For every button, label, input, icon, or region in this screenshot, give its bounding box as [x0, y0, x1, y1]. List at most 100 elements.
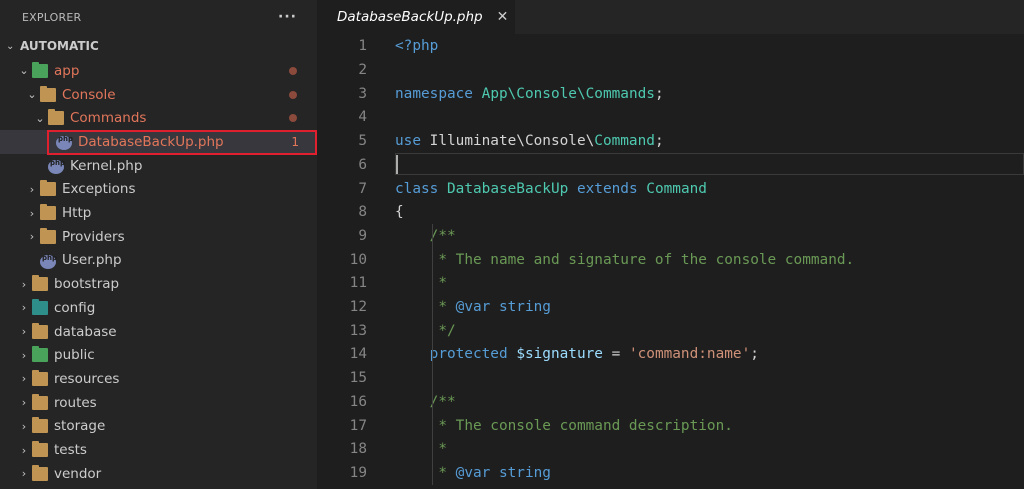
tree-item-label: app: [54, 62, 80, 79]
tree-item-providers[interactable]: › Providers: [0, 225, 317, 249]
line-number: 6: [358, 156, 367, 173]
line-text: * The name and signature of the console …: [438, 251, 855, 268]
line-number: 12: [349, 299, 367, 316]
chevron-right-icon: ›: [21, 348, 27, 362]
problem-count-badge: 1: [291, 134, 299, 149]
line-number: 10: [349, 251, 367, 268]
tree-item-label: resources: [54, 370, 120, 387]
folder-icon: [32, 298, 48, 315]
folder-icon: [32, 417, 48, 434]
code-line: 9 /**: [317, 224, 1024, 248]
code-line: 16 /**: [317, 390, 1024, 414]
tree-item-http[interactable]: › Http: [0, 201, 317, 225]
chevron-down-icon: ⌄: [35, 111, 45, 125]
tree-item-label: Kernel.php: [70, 157, 143, 174]
code-line: 14 protected $signature = 'command:name'…: [317, 343, 1024, 367]
line-number: 3: [358, 85, 367, 102]
folder-icon: [32, 369, 48, 386]
chevron-right-icon: ›: [21, 277, 27, 291]
tree-item-routes[interactable]: › routes: [0, 391, 317, 415]
tree-item-label: routes: [54, 394, 97, 411]
tree-item-label: Commands: [70, 110, 147, 127]
code-line: 6: [317, 153, 1024, 177]
line-number: 7: [358, 180, 367, 197]
tree-item-public[interactable]: › public: [0, 343, 317, 367]
code-line: 3 namespace App\Console\Commands;: [317, 82, 1024, 106]
tree-item-storage[interactable]: › storage: [0, 415, 317, 439]
tree-item-tests[interactable]: › tests: [0, 438, 317, 462]
line-number: 11: [349, 275, 367, 292]
line-text: * @var string: [438, 464, 551, 481]
folder-icon: [32, 464, 48, 481]
chevron-right-icon: ›: [21, 301, 27, 315]
code-line: 18 *: [317, 437, 1024, 461]
tab-database-backup[interactable]: DatabaseBackUp.php ✕: [317, 0, 515, 34]
tree-item-console[interactable]: ⌄ Console: [0, 83, 317, 107]
folder-icon: [40, 204, 56, 221]
line-number: 5: [358, 133, 367, 150]
folder-icon: [32, 441, 48, 458]
tree-item-bootstrap[interactable]: › bootstrap: [0, 272, 317, 296]
line-text: <?php: [395, 38, 439, 55]
explorer-title: EXPLORER: [22, 10, 82, 24]
tree-item-label: public: [54, 347, 95, 364]
folder-icon: [40, 180, 56, 197]
chevron-right-icon: ›: [21, 325, 27, 339]
code-line: 5 use Illuminate\Console\Command;: [317, 129, 1024, 153]
tree-item-label: config: [54, 299, 96, 316]
code-line: 12 * @var string: [317, 295, 1024, 319]
line-text: *: [438, 441, 447, 458]
code-line: 4: [317, 106, 1024, 130]
chevron-right-icon: ›: [21, 443, 27, 457]
line-number: 13: [349, 322, 367, 339]
line-text: protected $signature = 'command:name';: [429, 346, 759, 363]
tree-item-label: tests: [54, 442, 87, 459]
tree-item-kernel-php[interactable]: Kernel.php: [0, 154, 317, 178]
folder-icon: [32, 61, 48, 78]
modified-dot-icon: [289, 90, 297, 99]
folder-icon: [32, 393, 48, 410]
tree-item-config[interactable]: › config: [0, 296, 317, 320]
workspace-root[interactable]: ⌄ AUTOMATIC: [0, 34, 317, 58]
line-number: 15: [349, 370, 367, 387]
line-text: * @var string: [438, 299, 551, 316]
more-actions-icon[interactable]: ···: [278, 9, 297, 25]
tree-item-commands[interactable]: ⌄ Commands: [0, 106, 317, 130]
tree-item-exceptions[interactable]: › Exceptions: [0, 178, 317, 202]
tree-item-label: Console: [62, 86, 116, 103]
tree-item-label: DatabaseBackUp.php: [78, 133, 224, 150]
tree-item-databasebackup-php[interactable]: DatabaseBackUp.php 1: [0, 130, 317, 154]
line-text: /**: [429, 393, 456, 410]
tree-item-user-php[interactable]: User.php: [0, 249, 317, 273]
code-line: 10 * The name and signature of the conso…: [317, 248, 1024, 272]
folder-icon: [40, 227, 56, 244]
line-text: */: [438, 322, 456, 339]
code-line: 13 */: [317, 319, 1024, 343]
explorer-header: EXPLORER ···: [0, 0, 317, 34]
tree-item-resources[interactable]: › resources: [0, 367, 317, 391]
workspace-root-label: AUTOMATIC: [20, 39, 99, 53]
line-text: * The console command description.: [438, 417, 733, 434]
tree-item-vendor[interactable]: › vendor: [0, 462, 317, 486]
php-file-icon: [56, 135, 73, 151]
tree-item-database[interactable]: › database: [0, 320, 317, 344]
line-number: 4: [358, 109, 367, 126]
php-file-icon: [48, 159, 65, 175]
code-line: 15: [317, 366, 1024, 390]
chevron-down-icon: ⌄: [27, 88, 37, 102]
tree-item-label: User.php: [62, 252, 122, 269]
folder-icon: [32, 275, 48, 292]
line-number: 1: [358, 38, 367, 55]
chevron-right-icon: ›: [29, 206, 35, 220]
tree-item-app[interactable]: ⌄ app: [0, 59, 317, 83]
chevron-right-icon: ›: [29, 182, 35, 196]
code-line: 8{: [317, 200, 1024, 224]
modified-dot-icon: [289, 114, 297, 123]
indent-guide: [432, 224, 433, 485]
code-editor[interactable]: 1 <?php 2 3 namespace App\Console\Commands; 4…: [317, 34, 1024, 489]
close-icon[interactable]: ✕: [497, 9, 509, 25]
line-text: use Illuminate\Console\Command;: [395, 133, 664, 150]
folder-icon: [32, 322, 48, 339]
line-text: namespace App\Console\Commands;: [395, 85, 664, 102]
tree-item-label: bootstrap: [54, 276, 120, 293]
